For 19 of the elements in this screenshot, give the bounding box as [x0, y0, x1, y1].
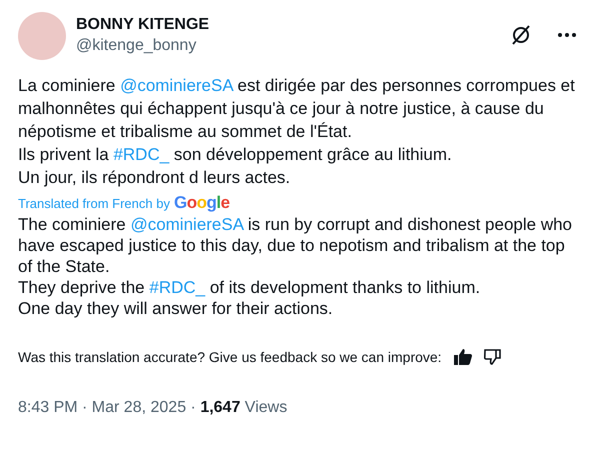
post-text: Ils privent la #RDC_ son développement grâce au lithium.: [18, 144, 453, 166]
thumbs-up-button[interactable]: [454, 349, 472, 365]
post-text: Un jour, ils répondront d leurs actes.: [18, 167, 292, 189]
thumbs-down-button[interactable]: [484, 349, 502, 365]
hashtag-link[interactable]: #RDC_: [113, 145, 170, 164]
translation-credit[interactable]: Translated from French by: [18, 196, 170, 211]
hashtag-link[interactable]: #RDC_: [149, 278, 206, 297]
post-meta: 8:43 PM · Mar 28, 2025 · 1,647 Views: [18, 399, 288, 417]
mention-link[interactable]: @cominiereSA: [130, 215, 244, 234]
more-icon[interactable]: [558, 33, 576, 37]
translated-text: The cominiere @cominiereSA is run by corrupt and dishonest people who have escaped justice to this day, due to nepotism and tribalism at the top of the State.: [18, 214, 574, 277]
author-name[interactable]: BONNY KITENGE: [76, 14, 500, 35]
google-logo: Google: [174, 193, 230, 213]
translated-text: They deprive the #RDC_ of its development thanks to lithium.: [18, 277, 482, 298]
author-handle[interactable]: @kitenge_bonny: [76, 35, 500, 56]
post-text: La cominiere @cominiereSA est dirigée par des personnes corrompues et malhonnêtes qui échappent jusqu'à ce jour à notre justice, à cause du népotisme et tribalisme au sommet de l'État.: [18, 75, 576, 143]
feedback-question: Was this translation accurate? Give us feedback so we can improve:: [18, 349, 442, 365]
translated-text: One day they will answer for their actions.: [18, 298, 334, 319]
mention-link[interactable]: @cominiereSA: [120, 76, 233, 95]
